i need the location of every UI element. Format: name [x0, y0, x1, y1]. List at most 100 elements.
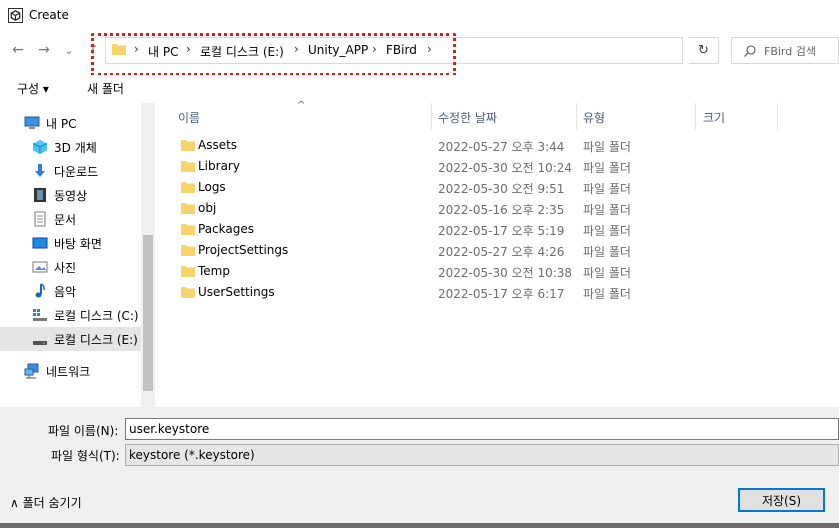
- column-divider[interactable]: [695, 103, 696, 130]
- column-header-date[interactable]: 수정한 날짜: [438, 103, 497, 130]
- column-divider[interactable]: [431, 103, 432, 130]
- file-date: 2022-05-17 오후 5:19: [438, 224, 565, 238]
- nav-item-label: 바탕 화면: [54, 237, 102, 251]
- column-divider[interactable]: [576, 103, 577, 130]
- nav-item-3d-objects[interactable]: 3D 개체: [0, 135, 141, 159]
- breadcrumb-separator: ›: [427, 42, 432, 56]
- breadcrumb-separator: ›: [294, 42, 299, 56]
- breadcrumb-separator: ›: [372, 42, 377, 56]
- up-button[interactable]: ↑: [83, 40, 103, 60]
- nav-item-label: 내 PC: [46, 117, 77, 131]
- file-name: Logs: [198, 180, 226, 194]
- breadcrumb-item[interactable]: FBird: [386, 43, 417, 57]
- window-bottom-edge: [0, 523, 839, 528]
- column-header-name[interactable]: 이름: [178, 103, 200, 130]
- navigation-pane: 내 PC 3D 개체 다운로드 동영상 문서 바탕 화면 사진 음악 로컬 디스…: [0, 103, 155, 407]
- organize-menu[interactable]: 구성 ▾: [17, 80, 49, 97]
- column-divider[interactable]: [777, 103, 778, 130]
- unity-icon: [8, 8, 23, 23]
- folder-icon: [181, 245, 195, 256]
- drive-icon: [33, 341, 47, 345]
- file-name: Packages: [198, 222, 254, 236]
- nav-item-label: 다운로드: [54, 165, 99, 179]
- nav-item-documents[interactable]: 문서: [0, 207, 141, 231]
- sort-ascending-icon: ^: [297, 100, 306, 111]
- nav-item-label: 음악: [54, 285, 77, 299]
- folder-icon: [181, 224, 195, 235]
- navigation-pane-scrollbar[interactable]: [141, 103, 155, 407]
- file-row[interactable]: Assets 2022-05-27 오후 3:44 파일 폴더: [175, 135, 735, 156]
- nav-item-label: 문서: [54, 213, 77, 227]
- save-options-panel: 파일 이름(N): 파일 형식(T): keystore (*.keystore…: [0, 407, 839, 528]
- file-row[interactable]: Packages 2022-05-17 오후 5:19 파일 폴더: [175, 219, 735, 240]
- back-arrow-icon: ←: [12, 42, 24, 58]
- refresh-icon: ↻: [698, 43, 709, 58]
- file-row[interactable]: Temp 2022-05-30 오전 10:38 파일 폴더: [175, 261, 735, 282]
- file-name: Library: [198, 159, 240, 173]
- nav-item-label: 네트워크: [46, 365, 91, 379]
- nav-item-downloads[interactable]: 다운로드: [0, 159, 141, 183]
- file-date: 2022-05-30 오전 10:24: [438, 161, 573, 175]
- search-box[interactable]: [731, 37, 839, 64]
- file-type: 파일 폴더: [583, 203, 631, 217]
- address-bar[interactable]: › 내 PC › 로컬 디스크 (E:) › Unity_APP › FBird…: [105, 37, 776, 64]
- file-name: obj: [198, 201, 217, 215]
- nav-item-pictures[interactable]: 사진: [0, 255, 141, 279]
- folder-icon: [181, 140, 195, 151]
- file-row[interactable]: Library 2022-05-30 오전 10:24 파일 폴더: [175, 156, 735, 177]
- file-type: 파일 폴더: [583, 266, 631, 280]
- file-name: Assets: [198, 138, 238, 152]
- nav-item-label: 로컬 디스크 (C:): [54, 309, 139, 323]
- breadcrumb-item[interactable]: 로컬 디스크 (E:): [200, 43, 284, 60]
- folder-icon: [181, 203, 195, 214]
- scrollbar-thumb[interactable]: [143, 235, 153, 391]
- file-name: ProjectSettings: [198, 243, 289, 257]
- nav-item-drive-e[interactable]: 로컬 디스크 (E:): [0, 327, 141, 351]
- desktop-icon: [32, 237, 48, 249]
- file-type: 파일 폴더: [583, 182, 631, 196]
- nav-item-drive-c[interactable]: 로컬 디스크 (C:): [0, 303, 141, 327]
- video-icon: [34, 188, 46, 202]
- filename-input[interactable]: [125, 418, 839, 440]
- recent-locations-button[interactable]: ⌄: [62, 40, 76, 60]
- filetype-label: 파일 형식(T):: [51, 449, 120, 463]
- folder-icon: [112, 44, 126, 55]
- folder-icon: [181, 287, 195, 298]
- window-title: Create: [29, 8, 69, 22]
- file-name: UserSettings: [198, 285, 275, 299]
- chevron-down-icon: ⌄: [64, 43, 74, 57]
- pictures-icon: [32, 261, 48, 273]
- filetype-select[interactable]: keystore (*.keystore): [125, 444, 839, 466]
- nav-item-videos[interactable]: 동영상: [0, 183, 141, 207]
- column-header-type[interactable]: 유형: [583, 103, 605, 130]
- hide-folders-button[interactable]: ∧ 폴더 숨기기: [10, 494, 82, 511]
- file-row[interactable]: Logs 2022-05-30 오전 9:51 파일 폴더: [175, 177, 735, 198]
- save-button[interactable]: 저장(S): [738, 488, 825, 512]
- toolbar: 구성 ▾ 새 폴더: [0, 75, 839, 103]
- folder-icon: [181, 266, 195, 277]
- breadcrumb-item[interactable]: Unity_APP: [308, 43, 368, 57]
- search-input[interactable]: [764, 42, 838, 60]
- file-date: 2022-05-17 오후 6:17: [438, 287, 565, 301]
- file-type: 파일 폴더: [583, 287, 631, 301]
- nav-item-label: 로컬 디스크 (E:): [54, 333, 138, 347]
- refresh-button[interactable]: ↻: [689, 37, 719, 64]
- drive-icon: [33, 309, 47, 321]
- back-button[interactable]: ←: [8, 40, 28, 60]
- nav-item-desktop[interactable]: 바탕 화면: [0, 231, 141, 255]
- breadcrumb-item[interactable]: 내 PC: [148, 43, 178, 60]
- file-row[interactable]: UserSettings 2022-05-17 오후 6:17 파일 폴더: [175, 282, 735, 303]
- file-date: 2022-05-30 오전 10:38: [438, 266, 573, 280]
- file-row[interactable]: ProjectSettings 2022-05-27 오후 4:26 파일 폴더: [175, 240, 735, 261]
- up-arrow-icon: ↑: [87, 42, 99, 58]
- breadcrumb-separator: ›: [134, 42, 139, 56]
- file-date: 2022-05-27 오후 3:44: [438, 140, 565, 154]
- forward-button[interactable]: →: [34, 40, 54, 60]
- nav-item-music[interactable]: 음악: [0, 279, 141, 303]
- file-row[interactable]: obj 2022-05-16 오후 2:35 파일 폴더: [175, 198, 735, 219]
- folder-icon: [181, 182, 195, 193]
- nav-item-this-pc[interactable]: 내 PC: [0, 111, 141, 135]
- nav-item-network[interactable]: 네트워크: [0, 359, 141, 383]
- new-folder-button[interactable]: 새 폴더: [87, 80, 124, 97]
- column-header-size[interactable]: 크기: [703, 103, 725, 130]
